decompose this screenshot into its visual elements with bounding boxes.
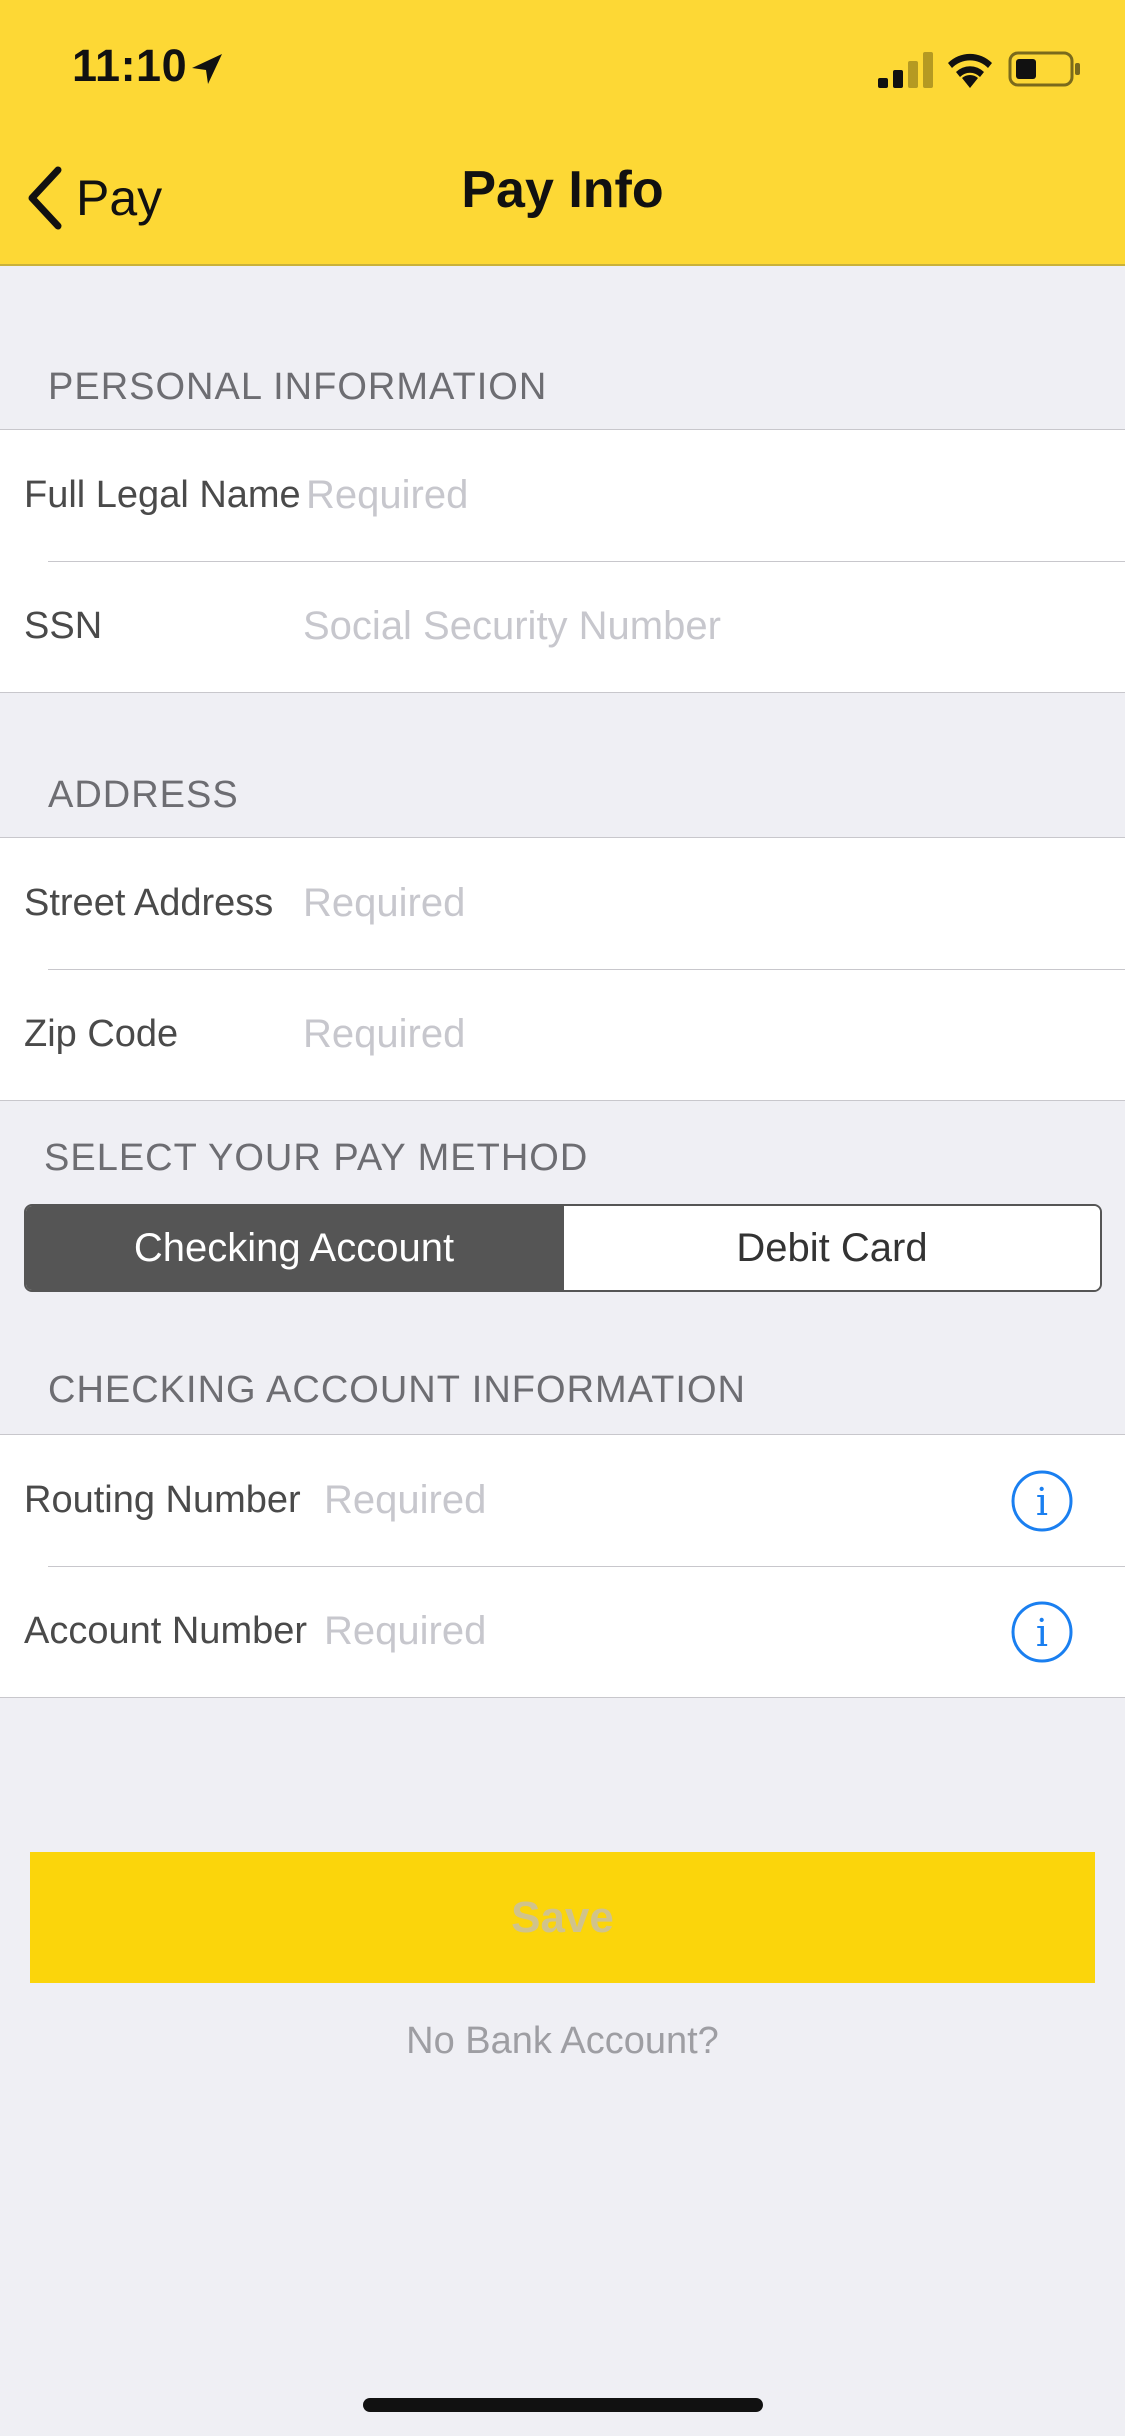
personal-info-group: Full Legal Name SSN xyxy=(0,429,1125,693)
routing-number-label: Routing Number xyxy=(24,1479,301,1521)
location-arrow-icon xyxy=(192,54,222,84)
full-name-input[interactable] xyxy=(306,465,1086,526)
zip-code-label: Zip Code xyxy=(24,1013,179,1055)
section-header-personal: PERSONAL INFORMATION xyxy=(48,366,548,408)
account-number-input[interactable] xyxy=(324,1601,984,1662)
account-number-row: Account Number i xyxy=(0,1566,1125,1697)
checking-info-group: Routing Number i Account Number i xyxy=(0,1434,1125,1698)
ssn-row: SSN xyxy=(0,561,1125,692)
save-button[interactable]: Save xyxy=(30,1852,1095,1983)
ssn-label: SSN xyxy=(24,605,103,647)
account-number-label: Account Number xyxy=(24,1610,308,1652)
street-address-label: Street Address xyxy=(24,882,274,924)
status-time: 11:10 xyxy=(72,40,188,91)
section-header-checking: CHECKING ACCOUNT INFORMATION xyxy=(48,1369,746,1411)
no-bank-account-link[interactable]: No Bank Account? xyxy=(0,2020,1125,2063)
wifi-icon xyxy=(948,53,992,88)
address-group: Street Address Zip Code xyxy=(0,837,1125,1101)
pay-method-segmented-control: Checking Account Debit Card xyxy=(24,1204,1102,1292)
segment-checking-account[interactable]: Checking Account xyxy=(26,1206,562,1290)
account-info-icon[interactable]: i xyxy=(1011,1601,1073,1663)
home-indicator[interactable] xyxy=(363,2398,763,2412)
svg-text:i: i xyxy=(1036,1480,1048,1524)
full-name-row: Full Legal Name xyxy=(0,430,1125,561)
routing-number-input[interactable] xyxy=(324,1470,984,1531)
section-header-pay-method: SELECT YOUR PAY METHOD xyxy=(44,1137,589,1179)
zip-code-row: Zip Code xyxy=(0,969,1125,1100)
cellular-signal-icon xyxy=(878,52,933,88)
svg-text:i: i xyxy=(1036,1611,1048,1655)
battery-icon xyxy=(1008,51,1080,87)
ssn-input[interactable] xyxy=(303,596,1083,657)
routing-info-icon[interactable]: i xyxy=(1011,1470,1073,1532)
street-address-row: Street Address xyxy=(0,838,1125,969)
page-title: Pay Info xyxy=(461,161,664,219)
routing-number-row: Routing Number i xyxy=(0,1435,1125,1566)
full-name-label: Full Legal Name xyxy=(24,474,301,516)
nav-header: 11:10 Pay Pay Info xyxy=(0,0,1125,266)
street-address-input[interactable] xyxy=(303,873,1083,934)
segment-debit-card[interactable]: Debit Card xyxy=(562,1206,1100,1290)
section-header-address: ADDRESS xyxy=(48,774,239,816)
zip-code-input[interactable] xyxy=(303,1004,1083,1065)
